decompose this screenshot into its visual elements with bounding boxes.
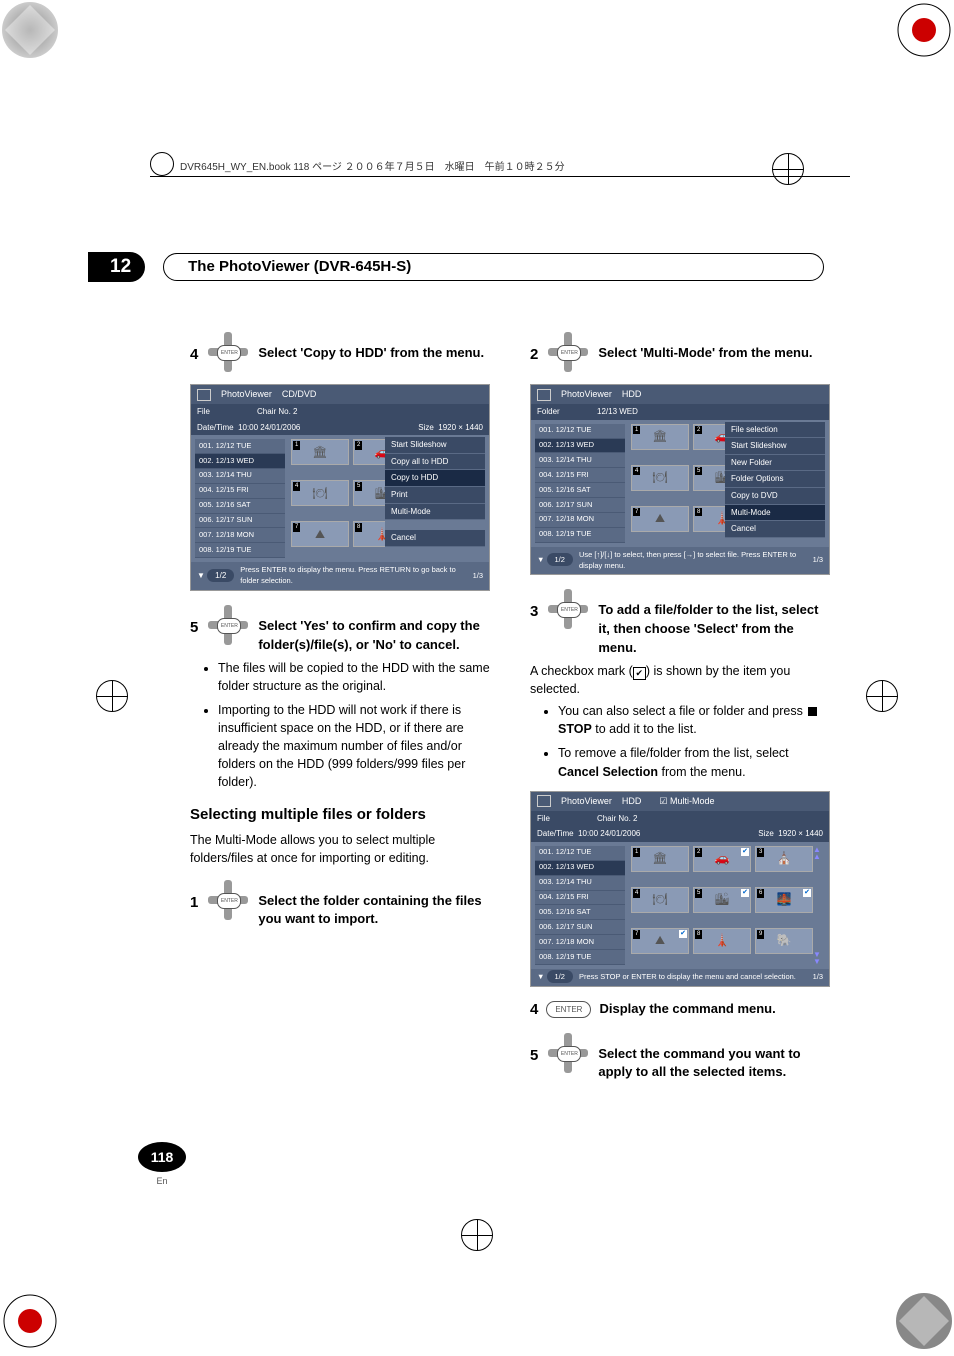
- page-number: 118: [138, 1142, 186, 1172]
- photoviewer-screenshot-multimode-menu: PhotoViewer HDD Folder 12/13 WED 001. 12…: [530, 384, 830, 575]
- chapter-title: The PhotoViewer (DVR-645H-S): [163, 253, 824, 281]
- ss1-file-label: File: [197, 406, 257, 418]
- ss3-page: 1/2: [547, 970, 573, 983]
- right-column: 2 ENTER Select 'Multi-Mode' from the men…: [530, 330, 830, 1082]
- enter-nav-icon: ENTER: [546, 330, 590, 374]
- ss3-file-label: File: [537, 813, 597, 825]
- ss2-page-right: 1/3: [813, 555, 823, 566]
- ss1-datetime-label: Date/Time: [197, 423, 234, 432]
- cancel-selection-label: Cancel Selection: [558, 765, 658, 779]
- enter-nav-icon: ENTER: [206, 330, 250, 374]
- photoviewer-screenshot-copy-to-hdd: PhotoViewer CD/DVD File Chair No. 2 Date…: [190, 384, 490, 591]
- stop-label: STOP: [558, 722, 592, 736]
- photoviewer-screenshot-multimode-active: PhotoViewer HDD ☑ Multi-Mode File Chair …: [530, 791, 830, 987]
- ss3-chair: Chair No. 2: [597, 813, 637, 825]
- enter-nav-icon: ENTER: [546, 1031, 590, 1075]
- ss2-footer-msg: Use [↑]/[↓] to select, then press [→] to…: [573, 550, 813, 572]
- left-column: 4 ENTER Select 'Copy to HDD' from the me…: [190, 330, 490, 1082]
- ss1-size-label: Size: [418, 423, 434, 432]
- registration-mark-header: [772, 153, 804, 185]
- ss2-app: PhotoViewer: [561, 388, 612, 401]
- ss3-mode: Multi-Mode: [670, 796, 715, 806]
- crop-mark-bl: [0, 1291, 60, 1351]
- ss1-size-val: 1920 × 1440: [438, 423, 483, 432]
- step-3-text: To add a file/folder to the list, select…: [598, 587, 830, 658]
- step-4b-number: 4: [530, 999, 538, 1021]
- ss1-page-right: 1/3: [473, 571, 483, 582]
- step-2-number: 2: [530, 330, 538, 366]
- ss1-chair: Chair No. 2: [257, 406, 297, 418]
- multi-mode-intro: The Multi-Mode allows you to select mult…: [190, 831, 490, 867]
- step-3-bullets: You can also select a file or folder and…: [530, 702, 830, 781]
- ss3-size-val: 1920 × 1440: [778, 829, 823, 838]
- chapter-number: 12: [88, 252, 145, 282]
- photo-icon: [537, 795, 551, 807]
- ss2-page: 1/2: [547, 553, 573, 566]
- page-number-block: 118 En: [138, 1142, 186, 1186]
- crop-mark-tr: [894, 0, 954, 60]
- enter-nav-icon: ENTER: [546, 587, 590, 631]
- step-4-text: Select 'Copy to HDD' from the menu.: [258, 330, 484, 363]
- enter-nav-icon: ENTER: [206, 878, 250, 922]
- step-4-number: 4: [190, 330, 198, 366]
- ss3-datetime-val: 10:00 24/01/2006: [578, 829, 640, 838]
- photo-icon: [537, 389, 551, 401]
- book-header-text: DVR645H_WY_EN.book 118 ページ ２００６年７月５日 水曜日…: [180, 162, 565, 173]
- section-heading-multi: Selecting multiple files or folders: [190, 804, 490, 826]
- ss2-context-menu: File selection Start Slideshow New Folde…: [725, 422, 825, 538]
- step-1-text: Select the folder containing the files y…: [258, 878, 490, 930]
- ss3-footer-msg: Press STOP or ENTER to display the menu …: [573, 972, 813, 983]
- ss1-folder-list: 001. 12/12 TUE 002. 12/13 WED 003. 12/14…: [195, 439, 285, 558]
- ss3-size-label: Size: [758, 829, 774, 838]
- step-4b-text: Display the command menu.: [599, 1000, 775, 1019]
- ss2-folder-label: Folder: [537, 406, 597, 418]
- step-5-number: 5: [190, 603, 198, 639]
- step-5-bullets: The files will be copied to the HDD with…: [190, 659, 490, 792]
- step-3-checkbox-note: A checkbox mark (✔) is shown by the item…: [530, 662, 830, 698]
- ss2-folder-val: 12/13 WED: [597, 406, 638, 418]
- step-5b-number: 5: [530, 1031, 538, 1067]
- ss3-thumbnail-grid: 1🏛 2✔🚗 3⛪ 4🍽 5✔🏙 6✔🌉 7✔⛰ 8🗼 9🐘 ▲▲ ▼▼: [631, 846, 825, 965]
- registration-mark-left: [96, 680, 128, 712]
- enter-nav-icon: ENTER: [206, 603, 250, 647]
- step-5-text: Select 'Yes' to confirm and copy the fol…: [258, 603, 490, 655]
- enter-button-icon: ENTER: [546, 1001, 591, 1019]
- photo-icon: [197, 389, 211, 401]
- book-build-header: DVR645H_WY_EN.book 118 ページ ２００６年７月５日 水曜日…: [180, 158, 565, 173]
- ss3-page-right: 1/3: [813, 972, 823, 983]
- ss3-datetime-label: Date/Time: [537, 829, 574, 838]
- registration-mark-bottom: [461, 1219, 493, 1251]
- ss2-folder-list: 001. 12/12 TUE 002. 12/13 WED 003. 12/14…: [535, 424, 625, 543]
- ss1-footer-msg: Press ENTER to display the menu. Press R…: [234, 565, 472, 587]
- ss1-page: 1/2: [207, 569, 234, 582]
- step-3-number: 3: [530, 587, 538, 623]
- crop-mark-br: [894, 1291, 954, 1351]
- ss1-app: PhotoViewer: [221, 388, 272, 401]
- ss1-context-menu: Start Slideshow Copy all to HDD Copy to …: [385, 437, 485, 547]
- registration-mark-right: [866, 680, 898, 712]
- step-2-text: Select 'Multi-Mode' from the menu.: [598, 330, 812, 363]
- stop-icon: [808, 707, 817, 716]
- ss3-src: HDD: [622, 795, 642, 808]
- ss3-folder-list: 001. 12/12 TUE 002. 12/13 WED 003. 12/14…: [535, 846, 625, 965]
- page-language: En: [138, 1176, 186, 1186]
- ss2-src: HDD: [622, 388, 642, 401]
- step-1-number: 1: [190, 878, 198, 914]
- chapter-header: 12 The PhotoViewer (DVR-645H-S): [100, 252, 824, 282]
- crop-mark-tl: [0, 0, 60, 60]
- step-5b-text: Select the command you want to apply to …: [598, 1031, 830, 1083]
- ss1-src: CD/DVD: [282, 388, 317, 401]
- ss1-datetime-val: 10:00 24/01/2006: [238, 423, 300, 432]
- ss3-app: PhotoViewer: [561, 795, 612, 808]
